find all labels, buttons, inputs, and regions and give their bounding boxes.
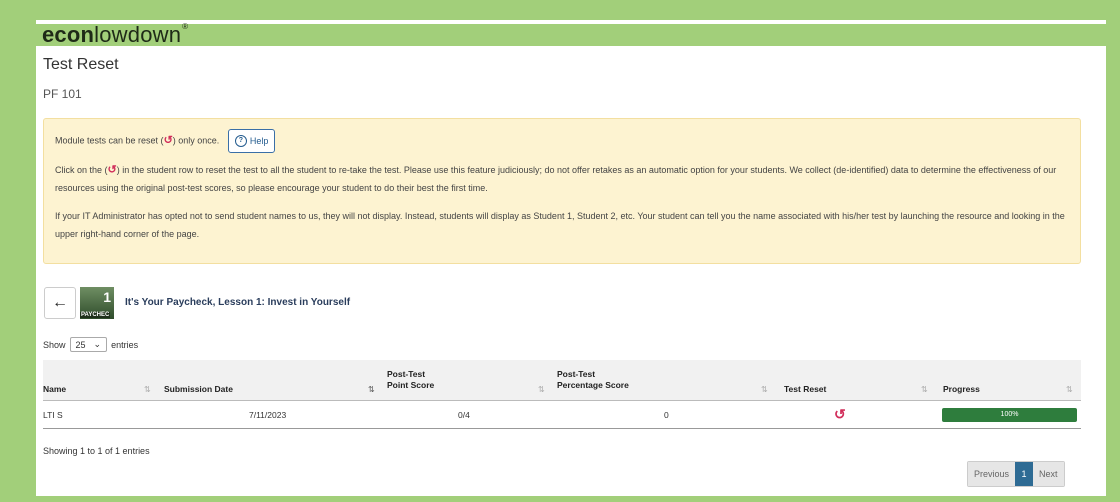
cell-submission-date: 7/11/2023	[249, 410, 287, 420]
notice-paragraph-2: If your IT Administrator has opted not t…	[55, 211, 1065, 239]
show-label: Show	[43, 339, 66, 350]
help-button[interactable]: ? Help	[227, 129, 276, 153]
page-subtitle: PF 101	[43, 87, 82, 101]
econlowdown-logo[interactable]: econlowdown®	[42, 22, 188, 48]
history-icon: ↺	[107, 164, 117, 176]
sort-icon[interactable]: ⇅	[921, 385, 928, 394]
cell-percentage-score: 0	[664, 410, 669, 420]
entries-length-control: Show 25 ⌄ entries	[43, 337, 138, 352]
progress-bar: 100%	[942, 408, 1077, 422]
lesson-title: It's Your Paycheck, Lesson 1: Invest in …	[125, 297, 351, 308]
notice-paragraph-1: Click on the (↺) in the student row to r…	[55, 164, 1057, 193]
table-row: LTI S 7/11/2023 0/4 0 ↺ 100%	[43, 402, 1081, 429]
sort-icon[interactable]: ⇅	[761, 385, 768, 394]
lesson-thumbnail: 1 PAYCHEC	[80, 287, 114, 319]
brand-bar	[36, 24, 1106, 46]
col-header-test-reset[interactable]: Test Reset	[784, 384, 826, 395]
question-circle-icon: ?	[234, 135, 247, 147]
next-button[interactable]: Next	[1033, 462, 1064, 486]
entries-select[interactable]: 25 ⌄	[69, 337, 108, 352]
previous-button[interactable]: Previous	[968, 462, 1016, 486]
sort-icon[interactable]: ⇅	[144, 385, 151, 394]
sort-icon[interactable]: ⇅	[1066, 385, 1073, 394]
history-icon: ↺	[163, 134, 173, 147]
sort-icon[interactable]: ⇅	[538, 385, 545, 394]
reset-notice: Module tests can be reset (↺) only once.…	[43, 118, 1081, 264]
back-button[interactable]: ←	[44, 287, 76, 319]
cell-point-score: 0/4	[458, 410, 470, 420]
col-header-progress[interactable]: Progress	[943, 384, 980, 395]
history-icon[interactable]: ↺	[834, 406, 846, 423]
col-header-point-score[interactable]: Post-Test Point Score	[387, 369, 434, 391]
table-header: Name ⇅ Submission Date ⇅ Post-Test Point …	[43, 360, 1081, 401]
page-title: Test Reset	[43, 56, 119, 73]
chevron-down-icon: ⌄	[93, 339, 102, 349]
col-header-percentage-score[interactable]: Post-Test Percentage Score	[557, 369, 629, 391]
entries-label: entries	[111, 339, 139, 350]
col-header-submission-date[interactable]: Submission Date	[164, 384, 233, 395]
table-info: Showing 1 to 1 of 1 entries	[43, 446, 150, 456]
sort-icon[interactable]: ⇅	[368, 385, 375, 394]
cell-name: LTI S	[43, 410, 63, 420]
page-button-1[interactable]: 1	[1015, 462, 1034, 486]
col-header-name[interactable]: Name	[43, 384, 66, 395]
pagination: Previous 1 Next	[967, 461, 1065, 487]
notice-line-1: Module tests can be reset (↺) only once.…	[55, 129, 1075, 153]
arrow-left-icon: ←	[52, 294, 68, 311]
